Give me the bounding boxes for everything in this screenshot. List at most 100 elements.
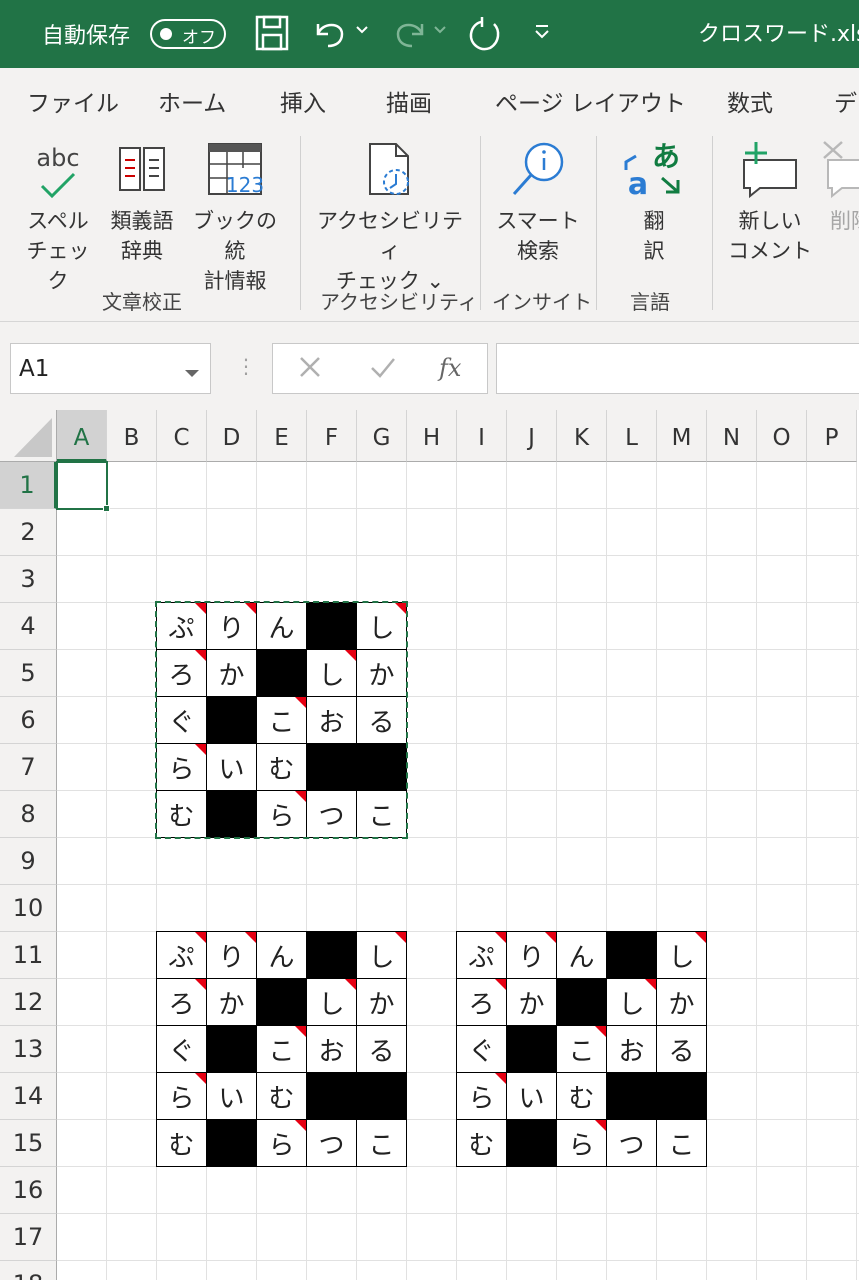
crossword-black-cell[interactable] bbox=[356, 743, 407, 791]
comment-indicator-icon[interactable] bbox=[295, 791, 306, 802]
crossword-cell[interactable]: お bbox=[306, 1025, 357, 1073]
row-header-2[interactable]: 2 bbox=[0, 509, 57, 556]
crossword-cell[interactable]: り bbox=[506, 931, 557, 979]
new-comment-button[interactable]: 新しい コメント bbox=[728, 126, 812, 276]
row-header-17[interactable]: 17 bbox=[0, 1214, 57, 1261]
enter-icon[interactable] bbox=[369, 354, 397, 386]
column-header-f[interactable]: F bbox=[307, 410, 357, 462]
crossword-cell[interactable]: お bbox=[306, 696, 357, 744]
crossword-cell[interactable]: か bbox=[356, 649, 407, 697]
crossword-cell[interactable]: こ bbox=[356, 790, 407, 838]
row-header-15[interactable]: 15 bbox=[0, 1120, 57, 1167]
crossword-black-cell[interactable] bbox=[556, 978, 607, 1026]
tab-data[interactable]: デ bbox=[834, 84, 857, 118]
crossword-cell[interactable]: る bbox=[656, 1025, 707, 1073]
column-header-p[interactable]: P bbox=[807, 410, 857, 462]
row-header-4[interactable]: 4 bbox=[0, 603, 57, 650]
row-header-5[interactable]: 5 bbox=[0, 650, 57, 697]
row-header-11[interactable]: 11 bbox=[0, 932, 57, 979]
crossword-cell[interactable]: む bbox=[156, 790, 207, 838]
comment-indicator-icon[interactable] bbox=[195, 979, 206, 990]
comment-indicator-icon[interactable] bbox=[195, 603, 206, 614]
crossword-cell[interactable]: か bbox=[506, 978, 557, 1026]
crossword-cell[interactable]: ろ bbox=[156, 649, 207, 697]
crossword-cell[interactable]: ら bbox=[256, 790, 307, 838]
column-header-m[interactable]: M bbox=[657, 410, 707, 462]
row-header-16[interactable]: 16 bbox=[0, 1167, 57, 1214]
tab-page-layout[interactable]: ページ レイアウト bbox=[495, 84, 686, 118]
workbook-statistics-button[interactable]: 123 ブックの統 計情報 bbox=[186, 126, 284, 293]
spelling-button[interactable]: abc スペル チェック bbox=[18, 126, 98, 293]
crossword-cell[interactable]: ろ bbox=[156, 978, 207, 1026]
crossword-cell[interactable]: ら bbox=[156, 743, 207, 791]
comment-indicator-icon[interactable] bbox=[295, 697, 306, 708]
comment-indicator-icon[interactable] bbox=[245, 932, 256, 943]
crossword-cell[interactable]: し bbox=[356, 602, 407, 650]
active-cell[interactable] bbox=[56, 461, 108, 510]
comment-indicator-icon[interactable] bbox=[245, 603, 256, 614]
row-header-9[interactable]: 9 bbox=[0, 838, 57, 885]
row-header-7[interactable]: 7 bbox=[0, 744, 57, 791]
delete-comment-button[interactable]: 削除 bbox=[818, 126, 859, 276]
comment-indicator-icon[interactable] bbox=[595, 1026, 606, 1037]
check-accessibility-button[interactable]: アクセシビリティ チェック ⌄ bbox=[316, 126, 464, 293]
comment-indicator-icon[interactable] bbox=[345, 979, 356, 990]
column-header-i[interactable]: I bbox=[457, 410, 507, 462]
crossword-cell[interactable]: か bbox=[206, 978, 257, 1026]
column-header-n[interactable]: N bbox=[707, 410, 757, 462]
comment-indicator-icon[interactable] bbox=[395, 603, 406, 614]
crossword-cell[interactable]: ぷ bbox=[156, 931, 207, 979]
crossword-cell[interactable]: ら bbox=[556, 1119, 607, 1167]
crossword-cell[interactable]: い bbox=[506, 1072, 557, 1120]
tab-home[interactable]: ホーム bbox=[158, 84, 226, 118]
comment-indicator-icon[interactable] bbox=[195, 650, 206, 661]
autosave-toggle[interactable]: オフ bbox=[150, 19, 226, 49]
crossword-cell[interactable]: む bbox=[256, 743, 307, 791]
crossword-cell[interactable]: ぐ bbox=[156, 1025, 207, 1073]
thesaurus-button[interactable]: 類義語 辞典 bbox=[102, 126, 182, 276]
crossword-cell[interactable]: こ bbox=[356, 1119, 407, 1167]
crossword-cell[interactable]: こ bbox=[556, 1025, 607, 1073]
comment-indicator-icon[interactable] bbox=[195, 1073, 206, 1084]
crossword-black-cell[interactable] bbox=[606, 931, 657, 979]
column-header-e[interactable]: E bbox=[257, 410, 307, 462]
tab-file[interactable]: ファイル bbox=[27, 84, 119, 118]
crossword-cell[interactable]: ら bbox=[456, 1072, 507, 1120]
tab-insert[interactable]: 挿入 bbox=[280, 84, 326, 118]
crossword-cell[interactable]: む bbox=[556, 1072, 607, 1120]
crossword-cell[interactable]: ろ bbox=[456, 978, 507, 1026]
crossword-cell[interactable]: い bbox=[206, 1072, 257, 1120]
crossword-black-cell[interactable] bbox=[206, 790, 257, 838]
crossword-cell[interactable]: る bbox=[356, 1025, 407, 1073]
comment-indicator-icon[interactable] bbox=[295, 1120, 306, 1131]
crossword-cell[interactable]: ぐ bbox=[156, 696, 207, 744]
crossword-cell[interactable]: し bbox=[356, 931, 407, 979]
crossword-cell[interactable]: し bbox=[606, 978, 657, 1026]
crossword-black-cell[interactable] bbox=[256, 978, 307, 1026]
crossword-black-cell[interactable] bbox=[656, 1072, 707, 1120]
crossword-cell[interactable]: つ bbox=[306, 790, 357, 838]
crossword-black-cell[interactable] bbox=[356, 1072, 407, 1120]
row-header-3[interactable]: 3 bbox=[0, 556, 57, 603]
comment-indicator-icon[interactable] bbox=[195, 744, 206, 755]
crossword-black-cell[interactable] bbox=[256, 649, 307, 697]
undo-dropdown-icon[interactable] bbox=[354, 22, 370, 42]
crossword-cell[interactable]: し bbox=[306, 978, 357, 1026]
crossword-cell[interactable]: か bbox=[356, 978, 407, 1026]
tab-formulas[interactable]: 数式 bbox=[727, 84, 773, 118]
crossword-black-cell[interactable] bbox=[306, 602, 357, 650]
column-header-k[interactable]: K bbox=[557, 410, 607, 462]
crossword-cell[interactable]: ん bbox=[256, 602, 307, 650]
crossword-cell[interactable]: つ bbox=[306, 1119, 357, 1167]
column-header-c[interactable]: C bbox=[157, 410, 207, 462]
crossword-cell[interactable]: か bbox=[206, 649, 257, 697]
crossword-cell[interactable]: ら bbox=[156, 1072, 207, 1120]
select-all-button[interactable] bbox=[0, 410, 57, 462]
crossword-black-cell[interactable] bbox=[606, 1072, 657, 1120]
comment-indicator-icon[interactable] bbox=[645, 979, 656, 990]
crossword-cell[interactable]: い bbox=[206, 743, 257, 791]
column-header-g[interactable]: G bbox=[357, 410, 407, 462]
crossword-black-cell[interactable] bbox=[206, 1119, 257, 1167]
column-header-o[interactable]: O bbox=[757, 410, 807, 462]
crossword-black-cell[interactable] bbox=[306, 743, 357, 791]
